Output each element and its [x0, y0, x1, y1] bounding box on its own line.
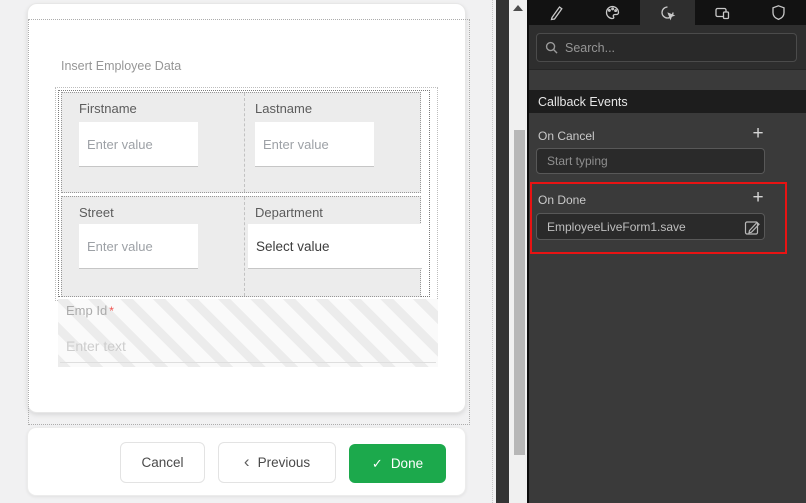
- devices-icon: [714, 4, 731, 21]
- lastname-input[interactable]: [255, 122, 374, 167]
- canvas-boundary-line: [492, 0, 493, 503]
- cell-divider: [244, 93, 245, 192]
- cell-divider: [244, 197, 245, 296]
- scrollbar-thumb[interactable]: [514, 130, 525, 455]
- field-row-1: Firstname Lastname: [61, 92, 421, 193]
- field-row-2: Street Department Select value: [61, 196, 421, 297]
- panel-tab-strip: [529, 0, 806, 25]
- tab-edit[interactable]: [529, 0, 584, 25]
- on-cancel-input[interactable]: [536, 148, 765, 174]
- previous-button-label: Previous: [258, 455, 311, 470]
- empid-field-striped: Emp Id*: [58, 299, 438, 367]
- vertical-scrollbar[interactable]: [509, 0, 527, 503]
- required-asterisk: *: [109, 304, 114, 318]
- form-footer: Cancel ‹ Previous ✓ Done: [27, 427, 466, 496]
- on-cancel-label: On Cancel: [538, 129, 595, 143]
- pointer-click-icon: [659, 4, 676, 21]
- firstname-input[interactable]: [79, 122, 198, 167]
- palette-icon: [604, 4, 621, 21]
- tab-events[interactable]: [640, 0, 695, 25]
- divider-strip: [496, 0, 509, 503]
- check-icon: ✓: [372, 456, 383, 472]
- edit-on-done-button[interactable]: [741, 216, 763, 238]
- properties-panel: Callback Events On Cancel + On Done +: [529, 0, 806, 503]
- street-input[interactable]: [79, 224, 198, 269]
- edit-pencil-icon: [743, 218, 762, 237]
- canvas-area: Insert Employee Data Firstname Lastname …: [0, 0, 496, 503]
- empid-input[interactable]: [60, 329, 436, 363]
- cancel-button[interactable]: Cancel: [120, 442, 205, 483]
- shield-icon: [770, 4, 787, 21]
- lastname-label: Lastname: [255, 101, 312, 116]
- search-input[interactable]: [565, 41, 788, 55]
- tab-styles[interactable]: [584, 0, 639, 25]
- search-icon: [545, 41, 558, 54]
- search-box[interactable]: [536, 33, 797, 62]
- search-band: [529, 25, 806, 70]
- on-done-input[interactable]: [536, 213, 765, 240]
- department-select[interactable]: Select value: [248, 224, 422, 269]
- done-button-label: Done: [391, 456, 423, 471]
- scroll-up-arrow-icon[interactable]: [513, 5, 523, 11]
- app-builder-window: Insert Employee Data Firstname Lastname …: [0, 0, 806, 503]
- pencil-icon: [548, 4, 565, 21]
- empid-label: Emp Id*: [66, 303, 114, 318]
- street-label: Street: [79, 205, 114, 220]
- on-done-label: On Done: [538, 193, 586, 207]
- chevron-left-icon: ‹: [244, 453, 250, 470]
- tab-devices[interactable]: [695, 0, 750, 25]
- department-label: Department: [255, 205, 323, 220]
- form-title: Insert Employee Data: [61, 59, 181, 73]
- previous-button[interactable]: ‹ Previous: [218, 442, 336, 483]
- tab-security[interactable]: [751, 0, 806, 25]
- add-on-cancel-action-icon[interactable]: +: [748, 126, 768, 144]
- section-header: Callback Events: [529, 90, 806, 113]
- done-button[interactable]: ✓ Done: [349, 444, 446, 483]
- add-on-done-action-icon[interactable]: +: [748, 190, 768, 208]
- firstname-label: Firstname: [79, 101, 137, 116]
